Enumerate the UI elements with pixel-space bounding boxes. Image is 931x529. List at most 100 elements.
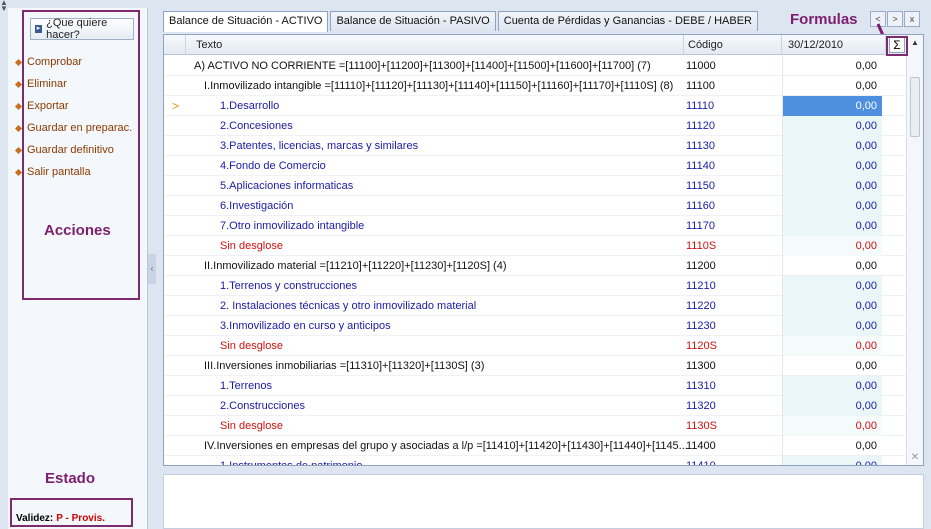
vertical-scrollbar[interactable]: ▲ ✕: [906, 35, 923, 465]
row-value-cell[interactable]: 0,00: [782, 276, 882, 296]
action-eliminar[interactable]: Eliminar: [14, 73, 132, 95]
row-code: 11310: [686, 380, 716, 392]
table-row[interactable]: Sin desglose 1120S 0,00: [164, 336, 907, 356]
table-row[interactable]: 6.Investigación 11160 0,00: [164, 196, 907, 216]
row-text: 1.Terrenos y construcciones: [220, 280, 357, 292]
acciones-label: Acciones: [44, 222, 111, 239]
row-value-cell[interactable]: 0,00: [782, 416, 882, 436]
row-value-cell[interactable]: 0,00: [782, 296, 882, 316]
row-value-cell[interactable]: 0,00: [782, 396, 882, 416]
row-text: 1.Terrenos: [220, 380, 272, 392]
column-codigo[interactable]: Código: [684, 35, 782, 55]
tab-pasivo[interactable]: Balance de Situación - PASIVO: [330, 11, 496, 31]
row-value-cell[interactable]: 0,00: [782, 196, 882, 216]
balance-grid: Texto Código 30/12/2010 Σ A) ACTIVO NO C…: [163, 34, 924, 466]
bullet-icon: [14, 58, 23, 66]
row-value-cell[interactable]: 0,00: [782, 176, 882, 196]
row-code: 11300: [686, 360, 716, 372]
row-text: Sin desglose: [220, 340, 283, 352]
column-texto[interactable]: Texto: [186, 35, 684, 55]
tab-bar: Balance de Situación - ACTIVO Balance de…: [163, 11, 760, 32]
row-text: Sin desglose: [220, 240, 283, 252]
bullet-icon: [14, 146, 23, 154]
table-row[interactable]: Sin desglose 1130S 0,00: [164, 416, 907, 436]
column-fecha[interactable]: 30/12/2010: [782, 35, 886, 55]
table-row[interactable]: III.Inversiones inmobiliarias =[11310]+[…: [164, 356, 907, 376]
expand-icon: ▸: [35, 25, 43, 33]
row-text: 2.Construcciones: [220, 400, 305, 412]
action-guardar-preparacion[interactable]: Guardar en preparac.: [14, 117, 133, 139]
grid-header: Texto Código 30/12/2010 Σ: [164, 35, 907, 55]
bullet-icon: [14, 168, 23, 176]
estado-label: Estado: [45, 470, 96, 487]
row-value-cell[interactable]: 0,00: [782, 116, 882, 136]
row-code: 1130S: [686, 420, 717, 432]
table-row[interactable]: 2.Construcciones 11320 0,00: [164, 396, 907, 416]
row-value-cell[interactable]: 0,00: [782, 76, 882, 96]
row-value-cell[interactable]: 0,00: [782, 356, 882, 376]
table-row[interactable]: II.Inmovilizado material =[11210]+[11220…: [164, 256, 907, 276]
tab-perdidas-ganancias[interactable]: Cuenta de Pérdidas y Ganancias - DEBE / …: [497, 11, 758, 31]
panel-splitter[interactable]: ‹: [148, 254, 156, 284]
table-row[interactable]: 1.Terrenos y construcciones 11210 0,00: [164, 276, 907, 296]
row-code: 11170: [686, 220, 715, 232]
table-row[interactable]: Sin desglose 1110S 0,00: [164, 236, 907, 256]
actions-list: Comprobar Eliminar Exportar Guardar en p…: [14, 51, 133, 183]
row-value-cell[interactable]: 0,00: [782, 376, 882, 396]
table-row[interactable]: IV.Inversiones en empresas del grupo y a…: [164, 436, 907, 456]
table-row[interactable]: 2. Instalaciones técnicas y otro inmovil…: [164, 296, 907, 316]
row-code: 11220: [686, 300, 716, 312]
row-text: 3.Inmovilizado en curso y anticipos: [220, 320, 391, 332]
row-code: 11200: [686, 260, 716, 272]
table-row[interactable]: >1.Desarrollo 11110 0,00: [164, 96, 907, 116]
action-label: Exportar: [27, 100, 69, 112]
row-code: 11110: [686, 100, 715, 112]
detail-panel: [163, 474, 924, 529]
table-row[interactable]: 4.Fondo de Comercio 11140 0,00: [164, 156, 907, 176]
table-row[interactable]: 2.Concesiones 11120 0,00: [164, 116, 907, 136]
table-row[interactable]: 1.Terrenos 11310 0,00: [164, 376, 907, 396]
scroll-up-icon[interactable]: ▲: [907, 35, 923, 51]
row-value-cell[interactable]: 0,00: [782, 456, 882, 465]
table-row[interactable]: 7.Otro inmovilizado intangible 11170 0,00: [164, 216, 907, 236]
row-value-cell[interactable]: 0,00: [782, 336, 882, 356]
row-value-cell[interactable]: 0,00: [782, 156, 882, 176]
row-value-cell[interactable]: 0,00: [782, 316, 882, 336]
row-value-cell[interactable]: 0,00: [782, 216, 882, 236]
row-code: 1120S: [686, 340, 717, 352]
table-row[interactable]: I.Inmovilizado intangible =[11110]+[1112…: [164, 76, 907, 96]
action-salir-pantalla[interactable]: Salir pantalla: [14, 161, 132, 183]
row-value-cell[interactable]: 0,00: [782, 236, 882, 256]
table-row[interactable]: 3.Inmovilizado en curso y anticipos 11230…: [164, 316, 907, 336]
what-to-do-button[interactable]: ▸ ¿Que quiere hacer?: [30, 17, 134, 41]
sigma-annotation-box: [886, 36, 908, 56]
table-row[interactable]: 5.Aplicaciones informaticas 11150 0,00: [164, 176, 907, 196]
close-icon[interactable]: ✕: [907, 452, 923, 463]
action-label: Guardar en preparac.: [27, 122, 133, 134]
row-text: 5.Aplicaciones informaticas: [220, 180, 354, 192]
row-text: I.Inmovilizado intangible =[11110]+[1112…: [204, 80, 674, 92]
tab-close-button[interactable]: x: [904, 11, 920, 27]
action-exportar[interactable]: Exportar: [14, 95, 132, 117]
grid-rows: A) ACTIVO NO CORRIENTE =[11100]+[11200]+…: [164, 56, 907, 465]
row-code: 11140: [686, 160, 715, 172]
row-code: 11400: [686, 440, 716, 452]
row-code: 11230: [686, 320, 716, 332]
action-comprobar[interactable]: Comprobar: [14, 51, 132, 73]
row-value-cell[interactable]: 0,00: [782, 96, 882, 116]
row-value-cell[interactable]: 0,00: [782, 136, 882, 156]
scroll-thumb[interactable]: [910, 77, 920, 137]
row-value-cell[interactable]: 0,00: [782, 436, 882, 456]
row-text: 1.Desarrollo: [220, 100, 280, 112]
action-guardar-definitivo[interactable]: Guardar definitivo: [14, 139, 132, 161]
tab-activo[interactable]: Balance de Situación - ACTIVO: [163, 11, 329, 32]
row-text: III.Inversiones inmobiliarias =[11310]+[…: [204, 360, 485, 372]
table-row[interactable]: 1.Instrumentos de patrimonio 11410 0,00: [164, 456, 907, 465]
table-row[interactable]: 3.Patentes, licencias, marcas y similare…: [164, 136, 907, 156]
row-value-cell[interactable]: 0,00: [782, 256, 882, 276]
bullet-icon: [14, 80, 23, 88]
action-label: Guardar definitivo: [27, 144, 114, 156]
row-value-cell[interactable]: 0,00: [782, 56, 882, 76]
table-row[interactable]: A) ACTIVO NO CORRIENTE =[11100]+[11200]+…: [164, 56, 907, 76]
action-label: Salir pantalla: [27, 166, 91, 178]
